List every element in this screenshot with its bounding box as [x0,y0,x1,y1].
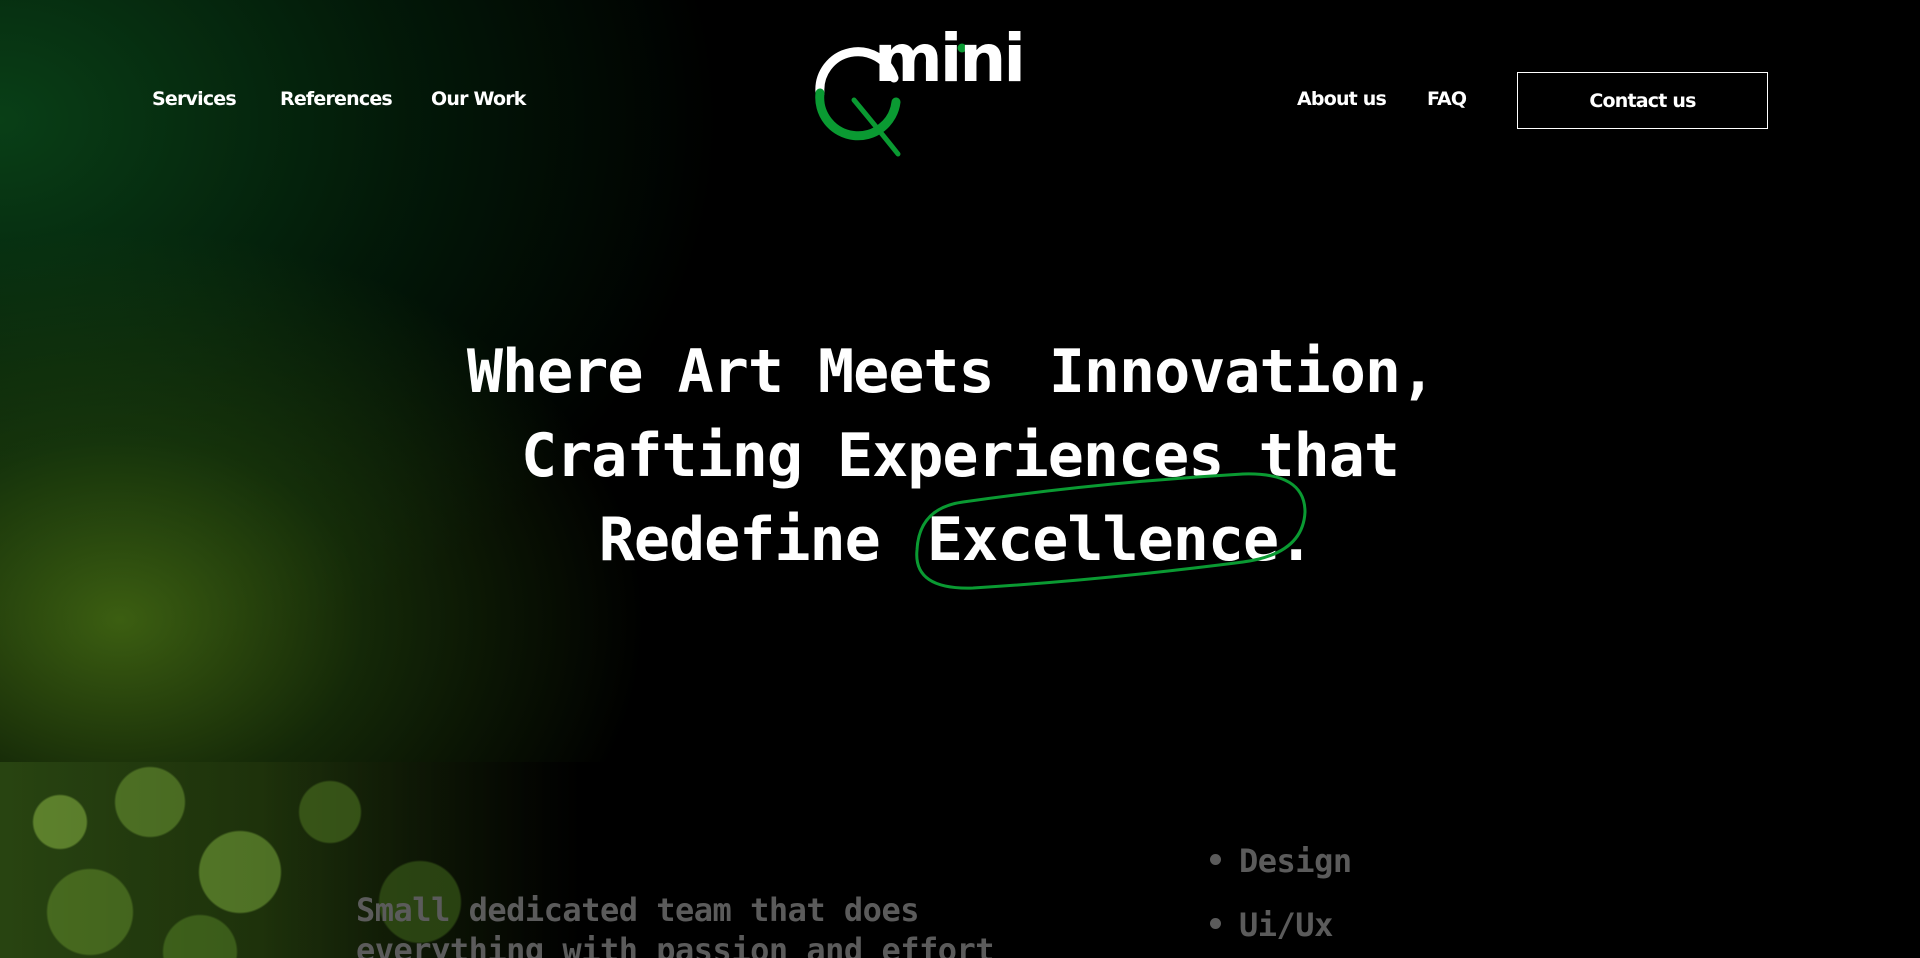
hero-line-3-text: Redefine [598,505,881,575]
nav-services-link[interactable]: Services [152,88,237,114]
hero-line-1-text: Where Art Meets [466,337,995,407]
hero-line-3: Redefine Excellence. [0,472,1920,590]
team-description-line-1: Small dedicated team that does [356,891,919,929]
nav-faq-link[interactable]: FAQ [1427,88,1467,114]
list-item: Ui/Ux [1210,893,1352,957]
hero-line-1: Where Art Meets Innovation, [0,330,1920,414]
nav-about-us-link[interactable]: About us [1297,88,1387,114]
nav-our-work-link[interactable]: Our Work [431,88,526,114]
about-section: Small dedicated team that does everythin… [0,762,1920,958]
hero-line-2: Crafting Experiences that [520,421,1400,491]
circled-excellence: Excellence. [915,472,1321,590]
team-description: Small dedicated team that does everythin… [356,890,995,958]
list-item: Design [1210,829,1352,893]
team-description-line-2: everything with passion and effort [356,931,995,958]
logo-wordmark: mini [874,20,1026,97]
circled-excellence-text: Excellence. [926,505,1314,575]
contact-us-button[interactable]: Contact us [1517,72,1768,129]
hero-headline: Where Art Meets Innovation, Crafting Exp… [0,330,1920,590]
services-list: Design Ui/Ux [1210,829,1352,957]
nav-references-link[interactable]: References [280,88,393,114]
highlight-innovation: Innovation, [1029,330,1453,414]
